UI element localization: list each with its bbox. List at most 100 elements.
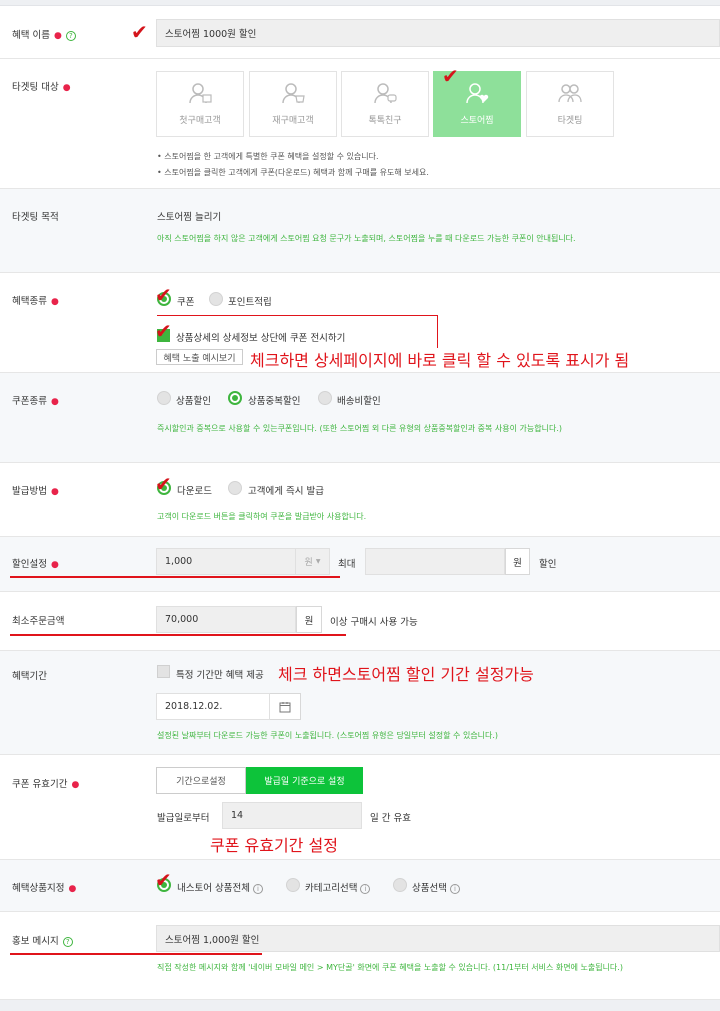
target-card-first-buyer[interactable]: 첫구매고객 xyxy=(156,71,244,137)
bottom-band xyxy=(0,1000,720,1011)
red-underline xyxy=(10,634,346,636)
radio-instant-issue-label: 고객에게 즉시 발급 xyxy=(248,486,324,497)
issue-method-label: 발급방법 ● xyxy=(12,486,59,497)
radio-duplicate-discount[interactable] xyxy=(228,391,242,405)
promo-row: 홍보 메시지? 스토어찜 1,000원 할인 직접 작성한 메시지와 함께 '네… xyxy=(0,912,720,1000)
validity-days-suffix: 일 간 유효 xyxy=(370,813,411,824)
annotation-bracket xyxy=(157,315,438,348)
discount-max-label: 최대 xyxy=(338,559,356,570)
benefit-name-input[interactable]: 스토어찜 1000원 할인 xyxy=(156,19,720,47)
promo-label: 홍보 메시지? xyxy=(12,933,73,947)
help-icon[interactable]: ? xyxy=(62,937,73,947)
purpose-note: 아직 스토어찜을 하지 않은 고객에게 스토어찜 요청 문구가 노출되며, 스토… xyxy=(157,234,576,243)
red-check-mark: ✔ xyxy=(155,283,172,307)
help-icon[interactable]: ? xyxy=(65,31,76,41)
radio-download-label: 다운로드 xyxy=(177,486,212,497)
min-order-input[interactable]: 70,000 xyxy=(156,606,296,633)
discount-max-input[interactable] xyxy=(365,548,505,575)
promo-message-input[interactable]: 스토어찜 1,000원 할인 xyxy=(156,925,720,952)
info-icon[interactable]: i xyxy=(360,884,371,894)
min-order-suffix: 이상 구매시 사용 가능 xyxy=(330,617,418,628)
radio-instant-issue[interactable] xyxy=(228,481,242,495)
benefit-name-label: 혜택 이름 ●? xyxy=(12,27,76,41)
discount-unit-select[interactable]: 원 ▼ xyxy=(296,548,330,575)
tab-issue-date-setting[interactable]: 발급일 기준으로 설정 xyxy=(246,767,363,794)
issue-method-row: 발급방법 ● 다운로드 고객에게 즉시 발급 고객이 다운로드 버튼을 클릭하여 … xyxy=(0,463,720,537)
red-underline xyxy=(10,953,262,955)
calendar-icon[interactable] xyxy=(270,693,301,720)
discount-label: 할인설정 ● xyxy=(12,559,59,570)
target-card-label: 첫구매고객 xyxy=(179,116,221,126)
purpose-label: 타겟팅 목적 xyxy=(12,212,59,223)
purpose-row: 타겟팅 목적 스토어찜 늘리기 아직 스토어찜을 하지 않은 고객에게 스토어찜… xyxy=(0,189,720,273)
benefit-type-label: 혜택종류 ● xyxy=(12,296,59,307)
promo-note: 직접 작성한 메시지와 함께 '네이버 모바일 메인 > MY단골' 화면에 쿠… xyxy=(157,963,623,972)
radio-category-label: 카테고리선택 i xyxy=(305,880,371,894)
min-order-row: 최소주문금액 70,000 원 이상 구매시 사용 가능 xyxy=(0,592,720,651)
target-card-label: 스토어찜 xyxy=(460,116,494,126)
issue-method-note: 고객이 다운로드 버튼을 클릭하여 쿠폰을 발급받아 사용합니다. xyxy=(157,512,367,521)
min-order-label: 최소주문금액 xyxy=(12,616,65,627)
radio-product-discount-label: 상품할인 xyxy=(176,396,211,407)
preview-button[interactable]: 혜택 노출 예시보기 xyxy=(156,349,243,365)
tab-period-setting[interactable]: 기간으로설정 xyxy=(156,767,246,794)
coupon-type-row: 쿠폰종류 ● 상품할인 상품중복할인 배송비할인 즉시할인과 중복으로 사용할 수… xyxy=(0,373,720,463)
radio-point[interactable] xyxy=(209,292,223,306)
period-label: 혜택기간 xyxy=(12,671,47,682)
info-icon[interactable]: i xyxy=(449,884,460,894)
period-checkbox[interactable] xyxy=(157,665,170,678)
talk-friend-icon xyxy=(374,83,397,104)
validity-from-label: 발급일로부터 xyxy=(157,813,210,824)
target-card-targeting[interactable]: 타겟팅 xyxy=(526,71,614,137)
radio-product-select-label: 상품선택 i xyxy=(412,880,460,894)
targeting-note-1: • 스토어찜을 한 고객에게 특별한 쿠폰 혜택을 설정할 수 있습니다. xyxy=(157,152,379,161)
top-band xyxy=(0,0,720,6)
validity-label: 쿠폰 유효기간 ● xyxy=(12,779,80,790)
targeting-note-2: • 스토어찜을 클릭한 고객에게 쿠폰(다운로드) 혜택과 함께 구매를 유도해… xyxy=(157,168,429,177)
coupon-type-label: 쿠폰종류 ● xyxy=(12,396,59,407)
repeat-buyer-icon xyxy=(282,83,305,104)
coupon-type-note: 즉시할인과 중복으로 사용할 수 있는쿠폰입니다. (또한 스토어찜 외 다른 … xyxy=(157,424,563,433)
annotation-validity: 쿠폰 유효기간 설정 xyxy=(210,836,338,855)
first-buyer-icon xyxy=(189,83,212,104)
product-scope-row: 혜택상품지정 ● 내스토어 상품전체 i 카테고리선택 i 상품선택 i xyxy=(0,860,720,912)
radio-product-discount[interactable] xyxy=(157,391,171,405)
target-card-repeat-buyer[interactable]: 재구매고객 xyxy=(249,71,337,137)
discount-unit-value: 원 xyxy=(304,558,313,568)
radio-point-label: 포인트적립 xyxy=(228,297,272,308)
radio-product-select[interactable] xyxy=(393,878,407,892)
discount-amount-input[interactable]: 1,000 xyxy=(156,548,296,575)
discount-row: 할인설정 ● 1,000 원 ▼ 최대 원 할인 xyxy=(0,537,720,592)
red-check-mark: ✔ xyxy=(155,868,172,892)
validity-days-input[interactable]: 14 xyxy=(222,802,362,829)
radio-category[interactable] xyxy=(286,878,300,892)
target-card-label: 타겟팅 xyxy=(557,116,583,126)
red-check-mark: ✔ xyxy=(131,20,148,44)
purpose-value: 스토어찜 늘리기 xyxy=(157,212,222,223)
validity-row: 쿠폰 유효기간 ● 기간으로설정 발급일 기준으로 설정 발급일로부터 14 일 … xyxy=(0,755,720,860)
red-check-mark: ✔ xyxy=(155,472,172,496)
radio-shipping-discount[interactable] xyxy=(318,391,332,405)
red-underline xyxy=(10,576,340,578)
info-icon[interactable]: i xyxy=(252,884,263,894)
chevron-down-icon: ▼ xyxy=(315,558,321,565)
targeting-group-icon xyxy=(558,84,582,103)
discount-suffix: 할인 xyxy=(539,559,557,570)
target-card-label: 재구매고객 xyxy=(272,116,314,126)
radio-all-products-label: 내스토어 상품전체 i xyxy=(177,880,263,894)
store-favorite-icon xyxy=(466,83,489,104)
red-check-mark: ✔ xyxy=(442,64,459,88)
target-card-label: 톡톡친구 xyxy=(368,116,402,126)
annotation-period: 체크 하면스토어찜 할인 기간 설정가능 xyxy=(278,665,534,684)
radio-duplicate-discount-label: 상품중복할인 xyxy=(248,396,301,407)
period-checkbox-label: 특정 기간만 혜택 제공 xyxy=(176,670,264,681)
target-card-talk-friend[interactable]: 톡톡친구 xyxy=(341,71,429,137)
discount-max-unit: 원 xyxy=(505,548,530,575)
annotation-detail-page: 체크하면 상세페이지에 바로 클릭 할 수 있도록 표시가 됨 xyxy=(250,351,630,370)
targeting-label: 타겟팅 대상 ● xyxy=(12,82,71,93)
radio-coupon-label: 쿠폰 xyxy=(177,297,195,308)
period-date-input[interactable]: 2018.12.02. xyxy=(156,693,270,720)
min-order-unit: 원 xyxy=(296,606,322,633)
product-scope-label: 혜택상품지정 ● xyxy=(12,883,77,894)
period-note: 설정된 날짜부터 다운로드 가능한 쿠폰이 노출됩니다. (스토어찜 유형은 당… xyxy=(157,731,499,740)
